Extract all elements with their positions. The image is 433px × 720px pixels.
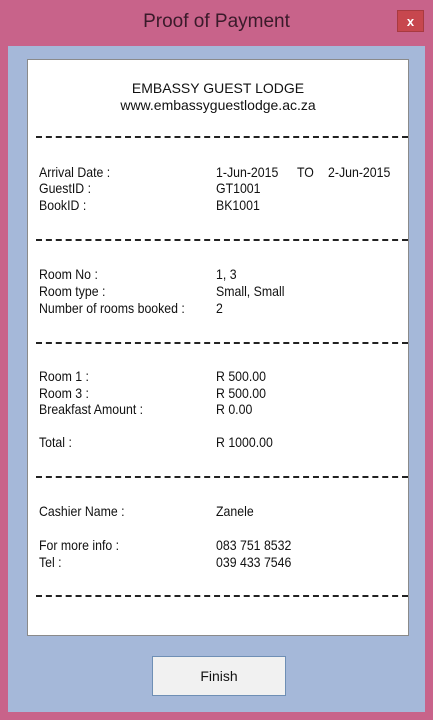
arrival-date-to-label: TO bbox=[297, 164, 314, 180]
more-info-phone: 083 751 8532 bbox=[216, 537, 292, 553]
window-client-area: EMBASSY GUEST LODGE www.embassyguestlodg… bbox=[8, 46, 425, 712]
room-no-label: Room No : bbox=[39, 266, 98, 282]
room-3-amount: R 500.00 bbox=[216, 385, 267, 401]
arrival-date-label: Arrival Date : bbox=[39, 164, 111, 180]
total-amount: R 1000.00 bbox=[216, 434, 273, 450]
rooms-booked-label: Number of rooms booked : bbox=[39, 300, 185, 316]
rooms-booked-value: 2 bbox=[216, 300, 223, 316]
guest-id-value: GT1001 bbox=[216, 180, 261, 196]
window-title: Proof of Payment bbox=[143, 11, 290, 32]
room-type-value: Small, Small bbox=[216, 283, 285, 299]
tel-value: 039 433 7546 bbox=[216, 554, 292, 570]
lodge-website: www.embassyguestlodge.ac.za bbox=[120, 97, 316, 113]
room-no-value: 1, 3 bbox=[216, 266, 237, 282]
proof-of-payment-window: Proof of Payment x EMBASSY GUEST LODGE w… bbox=[0, 0, 433, 720]
title-bar[interactable]: Proof of Payment x bbox=[0, 0, 433, 46]
separator bbox=[36, 342, 408, 344]
arrival-date-to: 2-Jun-2015 bbox=[328, 164, 391, 180]
book-id-value: BK1001 bbox=[216, 197, 260, 213]
separator bbox=[36, 595, 408, 597]
separator bbox=[36, 239, 408, 241]
cashier-name-value: Zanele bbox=[216, 503, 254, 519]
cashier-name-label: Cashier Name : bbox=[39, 503, 125, 519]
more-info-label: For more info : bbox=[39, 537, 120, 553]
total-label: Total : bbox=[39, 434, 72, 450]
lodge-name: EMBASSY GUEST LODGE bbox=[131, 80, 305, 96]
separator bbox=[36, 476, 408, 478]
room-3-label: Room 3 : bbox=[39, 385, 89, 401]
breakfast-label: Breakfast Amount : bbox=[39, 401, 144, 417]
tel-label: Tel : bbox=[39, 554, 62, 570]
close-button[interactable]: x bbox=[397, 10, 424, 32]
separator bbox=[36, 136, 408, 138]
finish-button[interactable]: Finish bbox=[152, 656, 286, 696]
guest-id-label: GuestID : bbox=[39, 180, 92, 196]
breakfast-amount: R 0.00 bbox=[216, 401, 253, 417]
room-type-label: Room type : bbox=[39, 283, 106, 299]
room-1-label: Room 1 : bbox=[39, 368, 89, 384]
receipt-panel: EMBASSY GUEST LODGE www.embassyguestlodg… bbox=[27, 59, 409, 636]
room-1-amount: R 500.00 bbox=[216, 368, 267, 384]
arrival-date-from: 1-Jun-2015 bbox=[216, 164, 279, 180]
book-id-label: BookID : bbox=[39, 197, 87, 213]
